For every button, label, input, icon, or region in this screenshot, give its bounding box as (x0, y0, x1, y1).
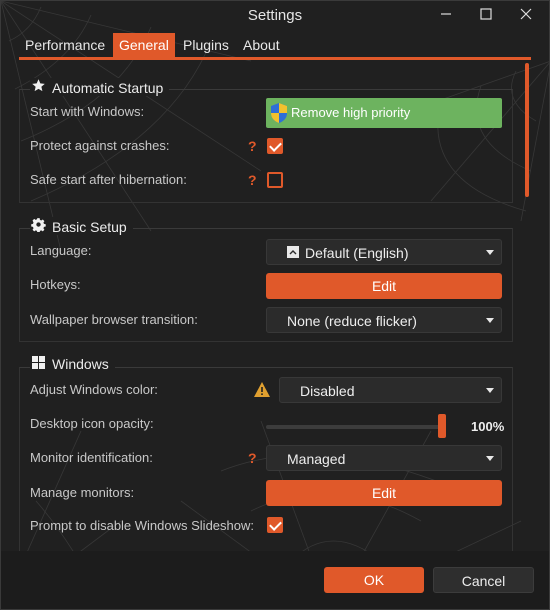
settings-window: Settings Performance General Plugins Abo… (0, 0, 550, 610)
monitor-id-dropdown[interactable]: Managed (266, 445, 502, 471)
icon-opacity-value: 100% (471, 419, 505, 434)
safe-start-checkbox[interactable] (267, 172, 283, 188)
chevron-down-icon (486, 250, 494, 255)
minimize-button[interactable] (429, 5, 463, 27)
adjust-color-label: Adjust Windows color: (30, 382, 158, 397)
chevron-down-icon (486, 388, 494, 393)
hotkeys-label: Hotkeys: (30, 277, 81, 292)
start-with-windows-label: Start with Windows: (30, 104, 145, 119)
maximize-icon (480, 8, 492, 20)
tab-performance[interactable]: Performance (19, 33, 111, 57)
manage-monitors-edit-button[interactable]: Edit (266, 480, 502, 506)
cancel-button[interactable]: Cancel (433, 567, 534, 593)
scrollbar[interactable] (525, 63, 529, 197)
tab-plugins[interactable]: Plugins (177, 33, 235, 57)
prompt-slideshow-label: Prompt to disable Windows Slideshow: (30, 518, 254, 533)
automatic-startup-header: Automatic Startup (30, 78, 170, 96)
hotkeys-edit-button[interactable]: Edit (266, 273, 502, 299)
protect-crashes-label: Protect against crashes: (30, 138, 170, 153)
monitor-id-label: Monitor identification: (30, 450, 153, 465)
language-label: Language: (30, 243, 92, 258)
tab-underline (19, 57, 531, 60)
star-icon (30, 78, 46, 96)
basic-setup-title: Basic Setup (52, 219, 127, 235)
window-title: Settings (247, 7, 303, 24)
wallpaper-transition-dropdown[interactable]: None (reduce flicker) (266, 307, 502, 333)
chevron-down-icon (486, 456, 494, 461)
safe-start-help-icon[interactable]: ? (248, 172, 257, 188)
icon-opacity-label: Desktop icon opacity: (30, 416, 154, 431)
close-icon (520, 8, 532, 20)
maximize-button[interactable] (469, 5, 503, 27)
chevron-down-icon (486, 318, 494, 323)
icon-opacity-slider-handle[interactable] (438, 414, 446, 438)
wallpaper-transition-label: Wallpaper browser transition: (30, 312, 198, 327)
minimize-icon (441, 13, 451, 15)
windows-logo-icon (30, 356, 46, 372)
gear-icon (30, 217, 46, 235)
remove-high-priority-button[interactable]: Remove high priority (266, 98, 502, 128)
adjust-color-dropdown[interactable]: Disabled (279, 377, 502, 403)
safe-start-label: Safe start after hibernation: (30, 172, 187, 187)
windows-header: Windows (30, 356, 115, 372)
basic-setup-header: Basic Setup (30, 217, 133, 235)
monitor-id-help-icon[interactable]: ? (248, 450, 257, 466)
language-dropdown[interactable]: Default (English) (266, 239, 502, 265)
language-value: Default (English) (305, 245, 409, 261)
tab-about[interactable]: About (237, 33, 286, 57)
tab-general[interactable]: General (113, 33, 175, 57)
icon-opacity-slider-track[interactable] (266, 425, 442, 429)
warning-icon[interactable] (253, 381, 271, 398)
ok-button[interactable]: OK (324, 567, 424, 593)
automatic-startup-title: Automatic Startup (52, 80, 164, 96)
adjust-color-value: Disabled (300, 383, 355, 399)
remove-high-priority-label: Remove high priority (291, 105, 411, 120)
protect-crashes-checkbox[interactable] (267, 138, 283, 154)
windows-title: Windows (52, 356, 109, 372)
monitor-id-value: Managed (287, 451, 346, 467)
protect-crashes-help-icon[interactable]: ? (248, 138, 257, 154)
close-button[interactable] (509, 5, 543, 27)
title-bar[interactable]: Settings (1, 1, 549, 31)
wallpaper-transition-value: None (reduce flicker) (287, 313, 417, 329)
manage-monitors-label: Manage monitors: (30, 485, 135, 500)
prompt-slideshow-checkbox[interactable] (267, 517, 283, 533)
language-flag-icon (287, 246, 299, 258)
uac-shield-icon (271, 103, 287, 123)
